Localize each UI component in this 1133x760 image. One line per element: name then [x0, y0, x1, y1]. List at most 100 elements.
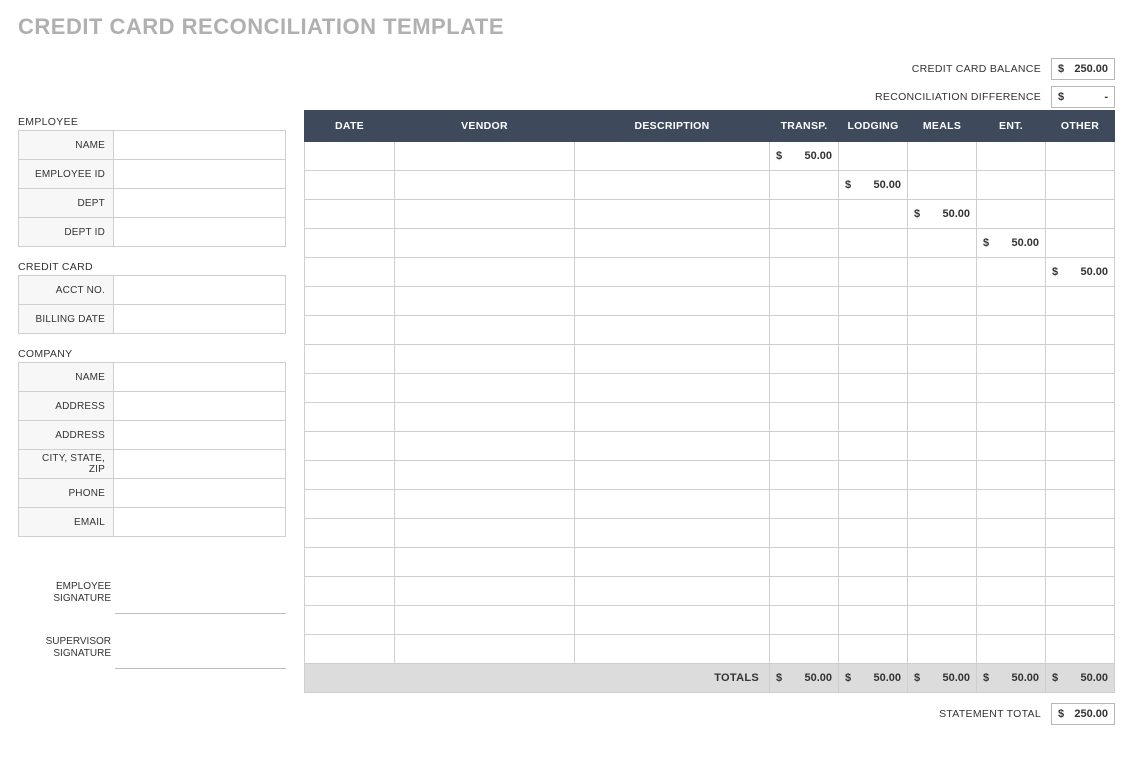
- amount-cell[interactable]: [908, 258, 977, 287]
- kv-value[interactable]: [114, 131, 285, 159]
- amount-cell[interactable]: [908, 287, 977, 316]
- amount-cell[interactable]: [839, 316, 908, 345]
- amount-cell[interactable]: [839, 403, 908, 432]
- date-cell[interactable]: [305, 635, 395, 664]
- amount-cell[interactable]: [839, 432, 908, 461]
- description-cell[interactable]: [575, 577, 770, 606]
- description-cell[interactable]: [575, 258, 770, 287]
- description-cell[interactable]: [575, 490, 770, 519]
- description-cell[interactable]: [575, 229, 770, 258]
- amount-cell[interactable]: [770, 606, 839, 635]
- amount-cell[interactable]: [839, 577, 908, 606]
- amount-cell[interactable]: [1046, 374, 1115, 403]
- amount-cell[interactable]: $50.00: [1046, 258, 1115, 287]
- kv-value[interactable]: [114, 450, 285, 478]
- date-cell[interactable]: [305, 519, 395, 548]
- amount-cell[interactable]: [908, 519, 977, 548]
- amount-cell[interactable]: [908, 577, 977, 606]
- amount-cell[interactable]: [839, 374, 908, 403]
- description-cell[interactable]: [575, 374, 770, 403]
- amount-cell[interactable]: [977, 316, 1046, 345]
- amount-cell[interactable]: $50.00: [908, 200, 977, 229]
- date-cell[interactable]: [305, 461, 395, 490]
- vendor-cell[interactable]: [395, 171, 575, 200]
- amount-cell[interactable]: [1046, 287, 1115, 316]
- amount-cell[interactable]: [839, 200, 908, 229]
- date-cell[interactable]: [305, 403, 395, 432]
- date-cell[interactable]: [305, 490, 395, 519]
- kv-value[interactable]: [114, 363, 285, 391]
- amount-cell[interactable]: [908, 171, 977, 200]
- amount-cell[interactable]: [977, 606, 1046, 635]
- kv-value[interactable]: [114, 392, 285, 420]
- amount-cell[interactable]: [977, 577, 1046, 606]
- description-cell[interactable]: [575, 635, 770, 664]
- description-cell[interactable]: [575, 171, 770, 200]
- amount-cell[interactable]: [770, 577, 839, 606]
- date-cell[interactable]: [305, 374, 395, 403]
- description-cell[interactable]: [575, 606, 770, 635]
- amount-cell[interactable]: [908, 490, 977, 519]
- vendor-cell[interactable]: [395, 432, 575, 461]
- amount-cell[interactable]: [1046, 200, 1115, 229]
- vendor-cell[interactable]: [395, 606, 575, 635]
- amount-cell[interactable]: [908, 548, 977, 577]
- amount-cell[interactable]: $50.00: [908, 664, 977, 693]
- description-cell[interactable]: [575, 461, 770, 490]
- amount-cell[interactable]: [977, 548, 1046, 577]
- amount-cell[interactable]: [908, 316, 977, 345]
- amount-cell[interactable]: [1046, 345, 1115, 374]
- amount-cell[interactable]: [908, 606, 977, 635]
- amount-cell[interactable]: [770, 548, 839, 577]
- amount-cell[interactable]: [839, 345, 908, 374]
- date-cell[interactable]: [305, 606, 395, 635]
- kv-value[interactable]: [114, 305, 285, 333]
- amount-cell[interactable]: [839, 142, 908, 171]
- amount-cell[interactable]: $50.00: [1046, 664, 1115, 693]
- amount-cell[interactable]: [1046, 316, 1115, 345]
- amount-cell[interactable]: [1046, 519, 1115, 548]
- amount-cell[interactable]: [908, 432, 977, 461]
- amount-cell[interactable]: [977, 345, 1046, 374]
- amount-cell[interactable]: [1046, 229, 1115, 258]
- amount-cell[interactable]: $50.00: [770, 142, 839, 171]
- amount-cell[interactable]: [770, 374, 839, 403]
- amount-cell[interactable]: [977, 287, 1046, 316]
- amount-cell[interactable]: [770, 403, 839, 432]
- kv-value[interactable]: [114, 508, 285, 536]
- amount-cell[interactable]: [908, 142, 977, 171]
- kv-value[interactable]: [114, 189, 285, 217]
- vendor-cell[interactable]: [395, 403, 575, 432]
- amount-cell[interactable]: [839, 461, 908, 490]
- vendor-cell[interactable]: [395, 374, 575, 403]
- amount-cell[interactable]: [770, 345, 839, 374]
- vendor-cell[interactable]: [395, 287, 575, 316]
- vendor-cell[interactable]: [395, 316, 575, 345]
- amount-cell[interactable]: [770, 519, 839, 548]
- amount-cell[interactable]: [1046, 490, 1115, 519]
- amount-cell[interactable]: [977, 258, 1046, 287]
- amount-cell[interactable]: [908, 374, 977, 403]
- amount-cell[interactable]: [839, 635, 908, 664]
- amount-cell[interactable]: [770, 432, 839, 461]
- balance-value-box[interactable]: $ 250.00: [1051, 58, 1115, 80]
- amount-cell[interactable]: [770, 258, 839, 287]
- amount-cell[interactable]: $50.00: [839, 171, 908, 200]
- amount-cell[interactable]: $50.00: [977, 229, 1046, 258]
- amount-cell[interactable]: [770, 200, 839, 229]
- description-cell[interactable]: [575, 142, 770, 171]
- amount-cell[interactable]: [1046, 577, 1115, 606]
- vendor-cell[interactable]: [395, 345, 575, 374]
- amount-cell[interactable]: [1046, 461, 1115, 490]
- amount-cell[interactable]: $50.00: [977, 664, 1046, 693]
- description-cell[interactable]: [575, 548, 770, 577]
- amount-cell[interactable]: [839, 258, 908, 287]
- amount-cell[interactable]: [839, 490, 908, 519]
- amount-cell[interactable]: [839, 548, 908, 577]
- vendor-cell[interactable]: [395, 461, 575, 490]
- date-cell[interactable]: [305, 171, 395, 200]
- amount-cell[interactable]: [839, 519, 908, 548]
- amount-cell[interactable]: [770, 229, 839, 258]
- vendor-cell[interactable]: [395, 142, 575, 171]
- vendor-cell[interactable]: [395, 229, 575, 258]
